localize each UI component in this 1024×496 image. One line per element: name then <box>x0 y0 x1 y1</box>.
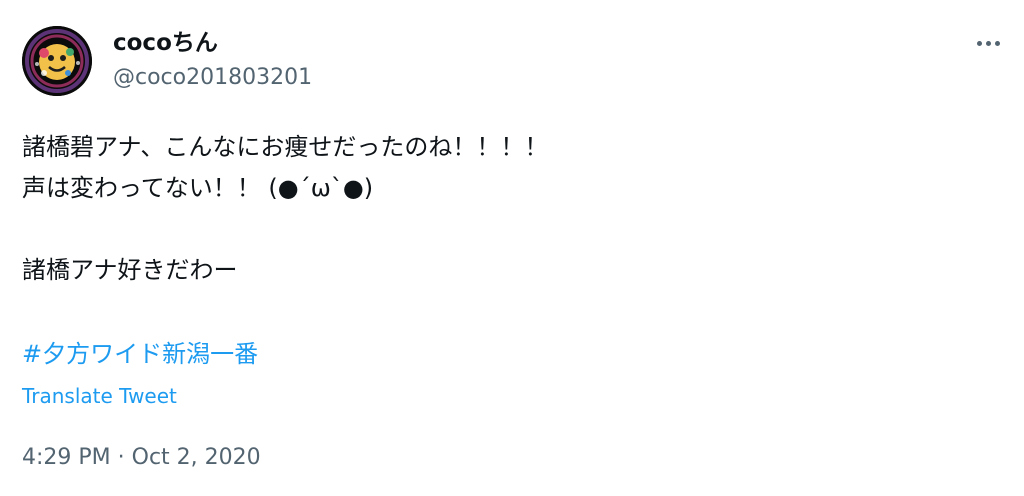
tweet-line: 諸橋アナ好きだわー <box>22 256 238 284</box>
tweet-line: 声は変わってない！！ (●´ω`●) <box>22 174 374 202</box>
user-handle[interactable]: @coco201803201 <box>113 63 312 93</box>
timestamp-time[interactable]: 4:29 PM <box>22 445 111 470</box>
tweet-text: 諸橋碧アナ、こんなにお痩せだったのね！！！！ 声は変わってない！！ (●´ω`●)… <box>22 127 548 291</box>
display-name[interactable]: cocoちん <box>113 28 218 58</box>
dot <box>976 40 982 46</box>
avatar[interactable] <box>22 26 92 96</box>
tweet-timestamp: 4:29 PM · Oct 2, 2020 <box>22 441 261 475</box>
tweet-card: cocoちん @coco201803201 諸橋碧アナ、こんなにお痩せだったのね… <box>0 0 1024 496</box>
dot <box>994 40 1000 46</box>
timestamp-date[interactable]: Oct 2, 2020 <box>132 445 261 470</box>
tweet-line: 諸橋碧アナ、こんなにお痩せだったのね！！！！ <box>22 133 549 161</box>
dot <box>985 40 991 46</box>
hashtag-link[interactable]: #夕方ワイド新潟一番 <box>22 334 258 375</box>
timestamp-separator: · <box>110 445 132 470</box>
avatar-image <box>22 26 92 96</box>
more-options-icon[interactable] <box>968 28 1008 58</box>
tweet-line-empty <box>22 209 548 250</box>
translate-tweet-link[interactable]: Translate Tweet <box>22 381 177 411</box>
